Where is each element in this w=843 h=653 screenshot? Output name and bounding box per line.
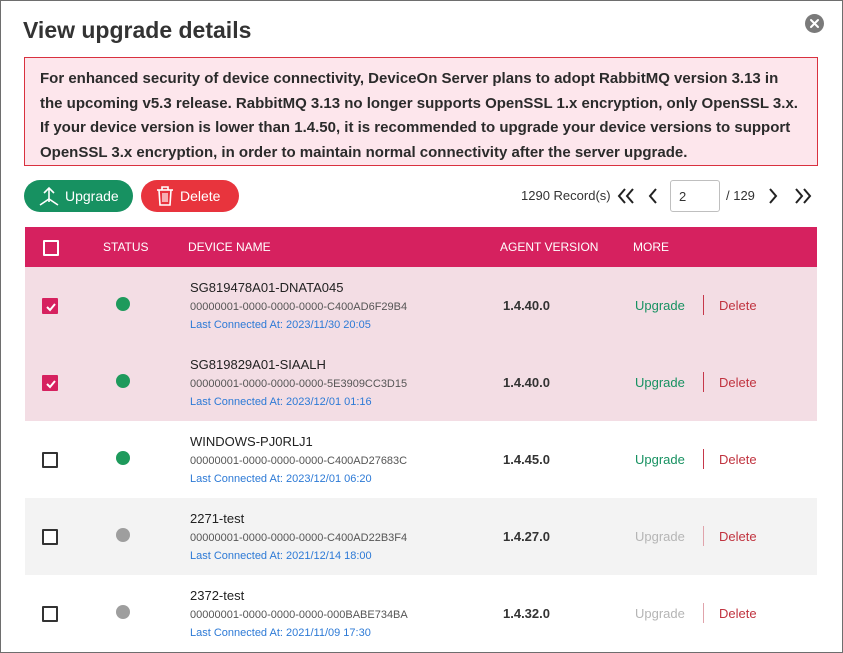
row-checkbox[interactable] — [42, 375, 58, 391]
table-row[interactable]: SG819829A01-SIAALH 00000001-0000-0000-00… — [25, 344, 817, 421]
device-id: 00000001-0000-0000-0000-000BABE734BA — [190, 609, 408, 621]
device-name: 2271-test — [190, 511, 245, 526]
device-name: SG819478A01-DNATA045 — [190, 280, 344, 295]
table-row[interactable]: WINDOWS-PJ0RLJ1 00000001-0000-0000-0000-… — [25, 421, 817, 498]
upgrade-button[interactable]: Upgrade — [24, 180, 133, 212]
select-all-checkbox[interactable] — [43, 240, 59, 256]
last-connected: Last Connected At: 2023/11/30 20:05 — [190, 319, 371, 331]
device-name: SG819829A01-SIAALH — [190, 357, 326, 372]
column-more: MORE — [633, 240, 669, 254]
row-delete-link[interactable]: Delete — [719, 452, 757, 467]
table-row[interactable]: 2271-test 00000001-0000-0000-0000-C400AD… — [25, 498, 817, 575]
chevron-right-icon[interactable] — [766, 187, 780, 210]
table-row[interactable]: 2372-test 00000001-0000-0000-0000-000BAB… — [25, 575, 817, 652]
action-divider — [703, 295, 704, 315]
status-online-dot — [116, 297, 130, 311]
row-upgrade-link-disabled: Upgrade — [635, 529, 685, 544]
last-connected: Last Connected At: 2021/12/14 18:00 — [190, 550, 372, 562]
row-upgrade-link[interactable]: Upgrade — [635, 298, 685, 313]
row-delete-link[interactable]: Delete — [719, 298, 757, 313]
row-checkbox[interactable] — [42, 452, 58, 468]
row-checkbox[interactable] — [42, 529, 58, 545]
device-name: WINDOWS-PJ0RLJ1 — [190, 434, 313, 449]
device-id: 00000001-0000-0000-0000-C400AD22B3F4 — [190, 532, 408, 544]
device-id: 00000001-0000-0000-0000-C400AD6F29B4 — [190, 301, 408, 313]
row-upgrade-link[interactable]: Upgrade — [635, 452, 685, 467]
upload-antenna-icon — [38, 185, 60, 207]
device-id: 00000001-0000-0000-0000-5E3909CC3D15 — [190, 378, 408, 390]
delete-button-label: Delete — [180, 188, 221, 204]
row-checkbox[interactable] — [42, 298, 58, 314]
agent-version: 1.4.32.0 — [503, 606, 550, 621]
record-count: 1290 Record(s) — [521, 188, 611, 203]
agent-version: 1.4.45.0 — [503, 452, 550, 467]
upgrade-details-dialog: View upgrade details For enhanced securi… — [0, 0, 843, 653]
status-offline-dot — [116, 605, 130, 619]
last-connected: Last Connected At: 2021/11/09 17:30 — [190, 627, 371, 639]
upgrade-button-label: Upgrade — [65, 188, 119, 204]
row-delete-link[interactable]: Delete — [719, 529, 757, 544]
row-upgrade-link[interactable]: Upgrade — [635, 375, 685, 390]
double-chevron-left-icon[interactable] — [616, 187, 636, 210]
action-divider — [703, 526, 704, 546]
agent-version: 1.4.27.0 — [503, 529, 550, 544]
status-online-dot — [116, 374, 130, 388]
delete-button[interactable]: Delete — [141, 180, 239, 212]
row-delete-link[interactable]: Delete — [719, 375, 757, 390]
row-delete-link[interactable]: Delete — [719, 606, 757, 621]
trash-icon — [155, 185, 175, 207]
status-online-dot — [116, 451, 130, 465]
action-divider — [703, 449, 704, 469]
last-connected: Last Connected At: 2023/12/01 06:20 — [190, 473, 372, 485]
device-id: 00000001-0000-0000-0000-C400AD27683C — [190, 455, 408, 467]
device-name: 2372-test — [190, 588, 245, 603]
page-number-input[interactable] — [670, 180, 720, 212]
column-device-name: DEVICE NAME — [188, 240, 271, 254]
agent-version: 1.4.40.0 — [503, 298, 550, 313]
row-upgrade-link-disabled: Upgrade — [635, 606, 685, 621]
action-divider — [703, 603, 704, 623]
last-connected: Last Connected At: 2023/12/01 01:16 — [190, 396, 372, 408]
double-chevron-right-icon[interactable] — [793, 187, 813, 210]
column-status: STATUS — [103, 240, 149, 254]
total-pages: / 129 — [726, 188, 755, 203]
table-row[interactable]: SG819478A01-DNATA045 00000001-0000-0000-… — [25, 267, 817, 344]
row-checkbox[interactable] — [42, 606, 58, 622]
column-agent-version: AGENT VERSION — [500, 240, 599, 254]
dialog-title: View upgrade details — [23, 17, 252, 43]
status-offline-dot — [116, 528, 130, 542]
close-icon[interactable] — [805, 14, 824, 33]
agent-version: 1.4.40.0 — [503, 375, 550, 390]
action-divider — [703, 372, 704, 392]
chevron-left-icon[interactable] — [646, 187, 660, 210]
openssl-warning-alert: For enhanced security of device connecti… — [24, 57, 818, 166]
table-header: STATUS DEVICE NAME AGENT VERSION MORE — [25, 227, 817, 267]
